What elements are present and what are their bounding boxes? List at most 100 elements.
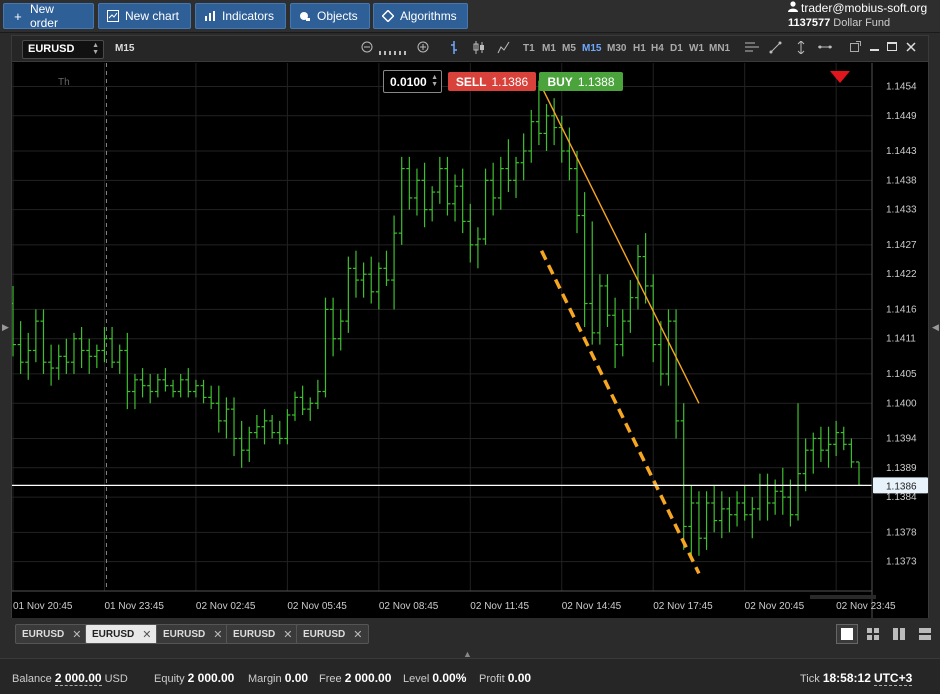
chart-tab-label: EURUSD bbox=[233, 628, 276, 640]
timeframe-m15[interactable]: M15 bbox=[582, 43, 601, 54]
new-order-label: New order bbox=[29, 2, 58, 30]
spinner-icon: ▲ ▼ bbox=[92, 42, 99, 56]
time-tick-label: 02 Nov 05:45 bbox=[287, 601, 347, 612]
horizontal-line-icon[interactable] bbox=[818, 41, 832, 56]
sell-button[interactable]: SELL 1.1386 bbox=[448, 72, 536, 91]
spinner-icon: ▲ ▼ bbox=[431, 74, 438, 88]
chart-tab[interactable]: EURUSD ✕ bbox=[15, 624, 89, 644]
line-chart-icon[interactable] bbox=[497, 41, 510, 57]
layout-rows-icon[interactable] bbox=[914, 624, 936, 644]
levels-icon[interactable] bbox=[745, 41, 759, 56]
zoom-slider[interactable] bbox=[379, 45, 409, 59]
symbol-value: EURUSD bbox=[28, 43, 75, 55]
time-tick-label: 02 Nov 08:45 bbox=[379, 601, 439, 612]
time-tick-label: 02 Nov 23:45 bbox=[836, 601, 896, 612]
account-number: 1137577 bbox=[788, 17, 831, 29]
price-tick-label: 1.1389 bbox=[886, 463, 917, 474]
detach-icon[interactable] bbox=[850, 41, 861, 55]
chart-header: EURUSD ▲ ▼ M15 T1 M1 M5 M15 M30 H1 H4 D1… bbox=[12, 36, 928, 62]
lot-size-input[interactable]: 0.0100 ▲ ▼ bbox=[383, 70, 442, 93]
candlestick-icon[interactable] bbox=[473, 41, 485, 57]
close-tab-icon[interactable]: ✕ bbox=[213, 628, 222, 641]
time-tick-label: 02 Nov 14:45 bbox=[562, 601, 622, 612]
timeframe-m5[interactable]: M5 bbox=[562, 43, 576, 54]
level-label: Level bbox=[403, 673, 430, 685]
objects-button[interactable]: Objects bbox=[290, 3, 370, 29]
price-tick-label: 1.1454 bbox=[886, 81, 917, 92]
new-order-button[interactable]: + New order bbox=[3, 2, 94, 30]
close-tab-icon[interactable]: ✕ bbox=[72, 628, 81, 641]
timeframe-m30[interactable]: M30 bbox=[607, 43, 626, 54]
chart-tabs: EURUSD ✕ EURUSD ✕ EURUSD ✕ EURUSD ✕ EURUSD ✕ bbox=[0, 620, 940, 648]
time-tick-label: 02 Nov 17:45 bbox=[653, 601, 713, 612]
time-tick-label: 02 Nov 02:45 bbox=[196, 601, 256, 612]
symbol-selector[interactable]: EURUSD ▲ ▼ bbox=[22, 40, 104, 59]
close-tab-icon[interactable]: ✕ bbox=[353, 628, 362, 641]
timeframe-h1[interactable]: H1 bbox=[633, 43, 646, 54]
layout-grid-icon[interactable] bbox=[862, 624, 884, 644]
lot-size-value: 0.0100 bbox=[390, 75, 427, 89]
chart-tab[interactable]: EURUSD ✕ bbox=[296, 624, 370, 644]
balance-value[interactable]: 2 000.00 bbox=[54, 671, 102, 686]
timeframe-h4[interactable]: H4 bbox=[651, 43, 664, 54]
trendline-tool-icon[interactable] bbox=[769, 41, 782, 57]
profit-info: Profit 0.00 bbox=[479, 671, 531, 685]
algorithms-button[interactable]: Algorithms bbox=[373, 3, 468, 29]
chart-tab[interactable]: EURUSD ✕ bbox=[226, 624, 300, 644]
status-bar: Balance 2 000.00 USD Equity 2 000.00 Mar… bbox=[0, 658, 940, 694]
bar-chart-icon[interactable] bbox=[449, 41, 459, 57]
chart-tab-active[interactable]: EURUSD ✕ bbox=[85, 624, 159, 644]
horizontal-scrollbar[interactable] bbox=[810, 595, 876, 599]
zoom-in-icon[interactable] bbox=[417, 41, 429, 56]
buy-button[interactable]: BUY 1.1388 bbox=[539, 72, 623, 91]
time-tick-label: 01 Nov 20:45 bbox=[13, 601, 73, 612]
current-price-tag-label: 1.1386 bbox=[886, 481, 917, 492]
chart-window: EURUSD ▲ ▼ M15 T1 M1 M5 M15 M30 H1 H4 D1… bbox=[11, 35, 929, 618]
timeframe-mn1[interactable]: MN1 bbox=[709, 43, 730, 54]
chart-grid bbox=[12, 63, 928, 618]
right-panel-toggle-icon[interactable]: ◀ bbox=[932, 322, 939, 333]
chart-tab[interactable]: EURUSD ✕ bbox=[156, 624, 230, 644]
indicators-button[interactable]: Indicators bbox=[195, 3, 286, 29]
profit-value: 0.00 bbox=[507, 671, 532, 685]
price-tick-label: 1.1433 bbox=[886, 205, 917, 216]
equity-label: Equity bbox=[154, 673, 185, 685]
account-info[interactable]: trader@mobius-soft.org 1137577 Dollar Fu… bbox=[788, 1, 934, 29]
balance-info: Balance 2 000.00 USD bbox=[12, 671, 128, 686]
balance-currency: USD bbox=[104, 673, 128, 685]
profit-label: Profit bbox=[479, 673, 505, 685]
chart-tab-label: EURUSD bbox=[22, 628, 65, 640]
price-tick-label: 1.1422 bbox=[886, 269, 917, 280]
objects-label: Objects bbox=[317, 9, 358, 23]
close-tab-icon[interactable]: ✕ bbox=[283, 628, 292, 641]
chart-icon bbox=[107, 10, 119, 22]
layout-single-icon[interactable] bbox=[836, 624, 858, 644]
timezone-selector[interactable]: UTC+3 bbox=[873, 671, 913, 686]
maximize-icon[interactable] bbox=[887, 41, 897, 55]
close-tab-icon[interactable]: ✕ bbox=[142, 628, 151, 641]
tick-label: Tick bbox=[800, 673, 820, 685]
zoom-out-icon[interactable] bbox=[361, 41, 373, 56]
layout-columns-icon[interactable] bbox=[888, 624, 910, 644]
buy-label: BUY bbox=[547, 74, 573, 89]
price-tick-label: 1.1416 bbox=[886, 304, 917, 315]
new-chart-label: New chart bbox=[125, 9, 180, 23]
timeframe-d1[interactable]: D1 bbox=[670, 43, 683, 54]
top-toolbar: + New order New chart Indicators Objects bbox=[0, 0, 940, 33]
minimize-icon[interactable] bbox=[870, 41, 879, 55]
timeframe-t1[interactable]: T1 bbox=[523, 43, 535, 54]
free-value: 2 000.00 bbox=[344, 671, 392, 685]
equity-value: 2 000.00 bbox=[187, 671, 235, 685]
timeframe-m1[interactable]: M1 bbox=[542, 43, 556, 54]
level-value: 0.00% bbox=[432, 671, 467, 685]
price-tick-label: 1.1373 bbox=[886, 557, 917, 568]
price-tick-label: 1.1394 bbox=[886, 433, 917, 444]
time-tick-label: 01 Nov 23:45 bbox=[104, 601, 164, 612]
timeframe-w1[interactable]: W1 bbox=[689, 43, 704, 54]
left-panel-toggle-icon[interactable]: ▶ bbox=[2, 322, 9, 333]
price-chart[interactable]: 1.1454 1.1449 1.1443 1.1438 1.1433 1.1427 1.14… bbox=[12, 63, 928, 618]
vertical-line-icon[interactable] bbox=[797, 40, 805, 57]
diamond-icon bbox=[382, 10, 394, 22]
close-icon[interactable] bbox=[906, 41, 916, 55]
new-chart-button[interactable]: New chart bbox=[98, 3, 191, 29]
